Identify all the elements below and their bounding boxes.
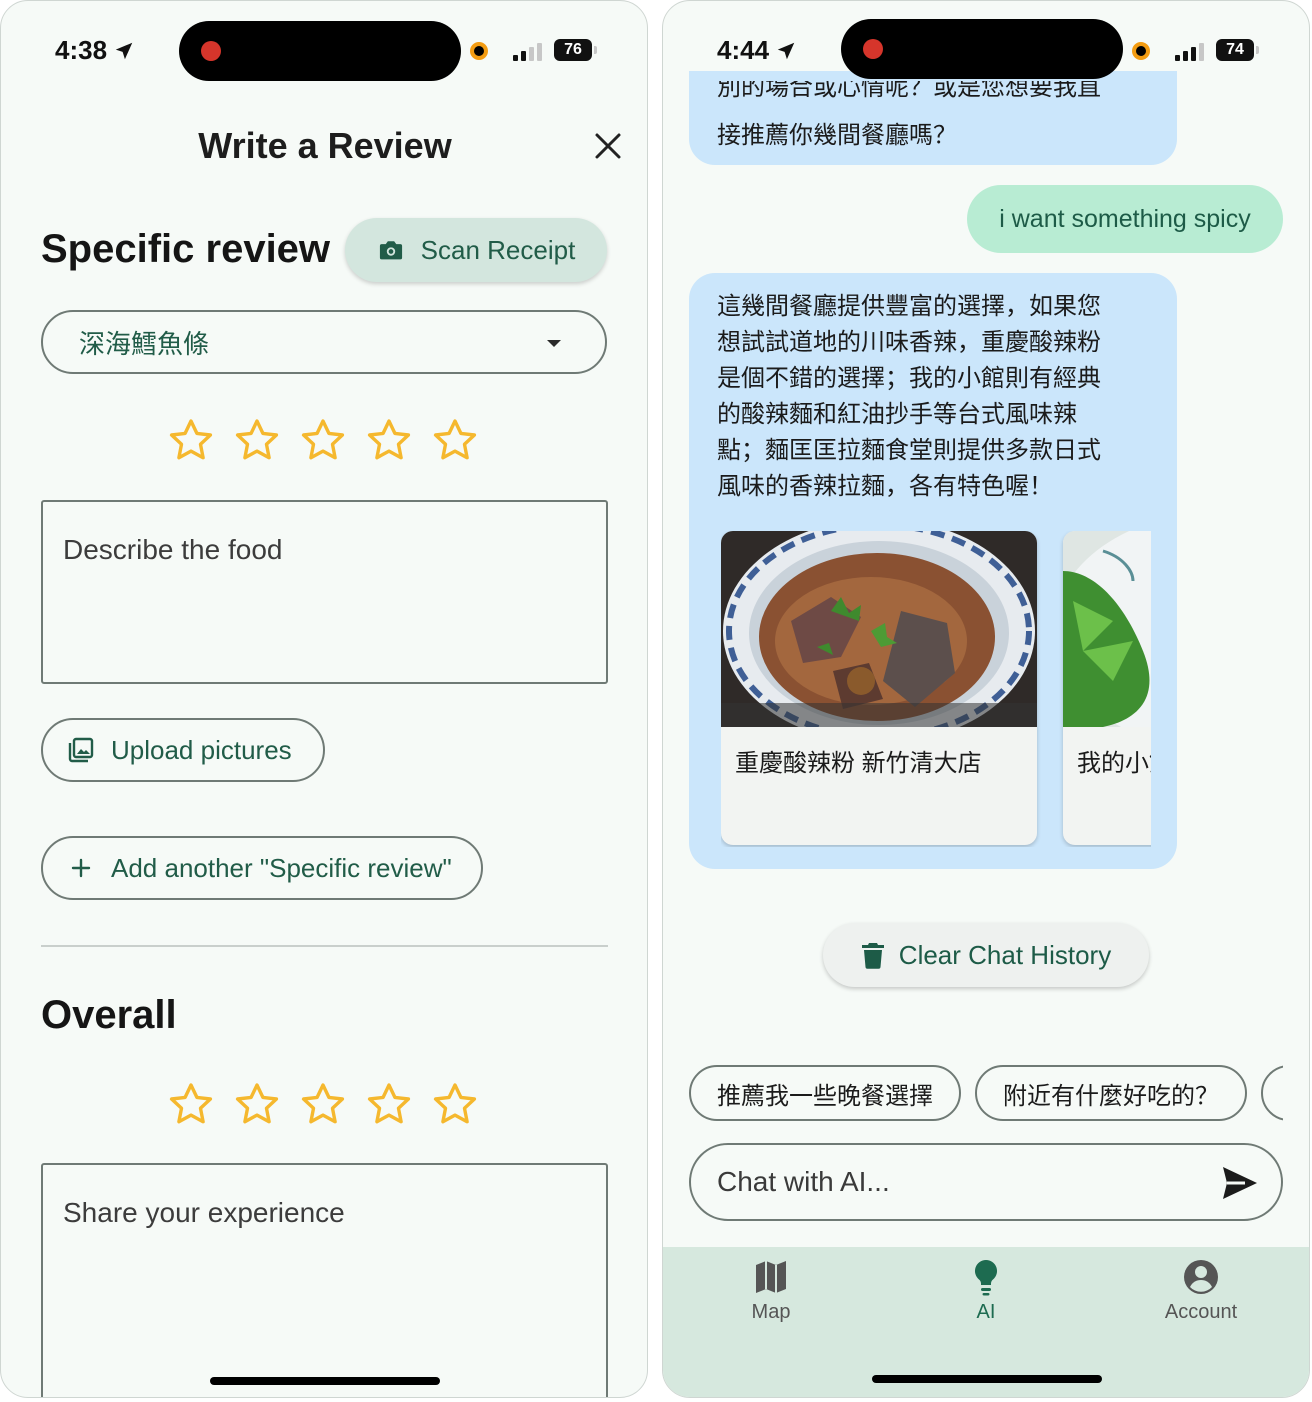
bot-message-line: 這幾間餐廳提供豐富的選擇，如果您 [717,293,1101,320]
upload-pictures-label: Upload pictures [111,734,292,765]
restaurant-card[interactable]: 重慶酸辣粉 新竹清大店 [721,531,1037,845]
specific-review-heading: Specific review [41,227,331,271]
restaurant-name: 我的小館 [1077,750,1151,777]
location-arrow-icon [115,42,133,59]
bot-message-line: 是個不錯的選擇；我的小館則有經典 [717,365,1101,392]
plus-icon [71,858,91,878]
star-icon[interactable] [431,1081,479,1129]
mic-indicator-icon [1132,42,1150,60]
add-specific-review-button[interactable]: Add another "Specific review" [41,836,483,900]
nav-label: Map [751,1301,791,1323]
status-time: 4:44 [717,35,798,66]
divider [41,945,608,947]
suggestion-chips[interactable]: 推薦我一些晚餐選擇 附近有什麼好吃的？ 有 [689,1065,1283,1123]
dynamic-island [179,21,461,81]
recording-dot-icon [201,41,221,61]
dish-select-value: 深海鱈魚條 [79,328,210,359]
star-icon[interactable] [365,417,413,465]
chat-input[interactable]: Chat with AI... [689,1143,1283,1221]
status-time-text: 4:44 [717,35,770,65]
scan-receipt-label: Scan Receipt [420,234,576,265]
star-icon[interactable] [299,417,347,465]
bottom-navigation: Map AI Account [663,1247,1309,1397]
dynamic-island [841,19,1123,79]
bot-message-line: 接推薦你幾間餐廳嗎？ [717,122,957,149]
share-experience-input[interactable]: Share your experience [41,1163,608,1397]
star-icon[interactable] [167,1081,215,1129]
bot-message-line: 點；麵匡匡拉麵食堂則提供多款日式 [717,437,1101,464]
star-icon[interactable] [167,417,215,465]
caret-down-icon [547,340,561,347]
overall-rating-stars[interactable] [167,1081,487,1129]
home-indicator[interactable] [872,1375,1102,1383]
page-title: Write a Review [198,125,452,166]
bot-message-text: 這幾間餐廳提供豐富的選擇，如果您 想試試道地的川味香辣，重慶酸辣粉 是個不錯的選… [717,289,1157,505]
describe-food-placeholder: Describe the food [63,534,283,565]
star-icon[interactable] [233,1081,281,1129]
dish-select[interactable]: 深海鱈魚條 [41,310,607,374]
restaurant-photo [721,531,1037,727]
trash-icon [861,943,884,969]
battery-indicator: 76 [554,39,597,61]
close-icon[interactable] [591,129,625,163]
share-experience-placeholder: Share your experience [63,1197,345,1228]
user-message-bubble: i want something spicy [967,185,1283,253]
lightbulb-icon [974,1260,998,1296]
restaurant-carousel[interactable]: 重慶酸辣粉 新竹清大店 我的小館 [721,531,1151,847]
specific-rating-stars[interactable] [167,417,487,465]
camera-icon [379,241,402,260]
upload-pictures-button[interactable]: Upload pictures [41,718,325,782]
user-message-text: i want something spicy [999,204,1251,233]
suggestion-chip[interactable]: 有 [1261,1065,1283,1121]
bot-message-line: 想試試道地的川味香辣，重慶酸辣粉 [717,329,1101,356]
image-icon [68,737,94,763]
bot-message-bubble: 別的場合或心情呢？或是您想要我直 接推薦你幾間餐廳嗎？ [689,71,1177,165]
bot-message-line: 風味的香辣拉麵，各有特色喔！ [717,473,1053,500]
nav-item-account[interactable]: Account [1131,1257,1271,1324]
cellular-signal-icon [1175,41,1204,61]
clear-chat-history-label: Clear Chat History [898,939,1112,970]
nav-label: Account [1164,1301,1238,1323]
suggestion-chip[interactable]: 推薦我一些晚餐選擇 [689,1065,961,1121]
nav-label: AI [976,1301,996,1323]
star-icon[interactable] [299,1081,347,1129]
restaurant-photo [1063,531,1151,727]
account-circle-icon [1184,1260,1218,1294]
add-specific-review-label: Add another "Specific review" [111,852,452,883]
star-icon[interactable] [365,1081,413,1129]
scan-receipt-button[interactable]: Scan Receipt [345,218,607,282]
status-time: 4:38 [55,35,135,66]
restaurant-name: 重慶酸辣粉 新竹清大店 [735,750,982,777]
star-icon[interactable] [233,417,281,465]
describe-food-input[interactable]: Describe the food [41,500,608,684]
review-screen: 4:38 76 Write a Review Specific review S… [0,0,648,1398]
mic-indicator-icon [470,42,488,60]
chat-input-placeholder: Chat with AI... [717,1166,890,1197]
cellular-signal-icon [513,41,542,61]
location-arrow-icon [777,42,795,59]
nav-item-map[interactable]: Map [701,1257,841,1324]
bot-message-bubble: 這幾間餐廳提供豐富的選擇，如果您 想試試道地的川味香辣，重慶酸辣粉 是個不錯的選… [689,273,1177,869]
nav-item-ai[interactable]: AI [916,1257,1056,1324]
map-icon [756,1261,786,1293]
restaurant-card[interactable]: 我的小館 [1063,531,1151,845]
home-indicator[interactable] [210,1377,440,1385]
ai-chat-screen: 別的場合或心情呢？或是您想要我直 接推薦你幾間餐廳嗎？ 4:44 74 i wa… [662,0,1310,1398]
status-time-text: 4:38 [55,35,108,65]
send-icon[interactable] [1221,1165,1259,1201]
clear-chat-history-button[interactable]: Clear Chat History [823,923,1149,987]
star-icon[interactable] [431,417,479,465]
suggestion-chip[interactable]: 附近有什麼好吃的？ [975,1065,1247,1121]
recording-dot-icon [863,39,883,59]
battery-indicator: 74 [1216,39,1259,61]
overall-heading: Overall [41,993,177,1037]
bot-message-line: 的酸辣麵和紅油抄手等台式風味辣 [717,401,1077,428]
